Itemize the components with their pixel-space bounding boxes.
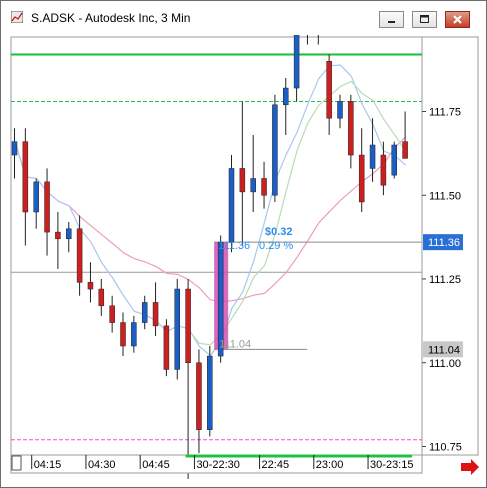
candle-body — [98, 288, 105, 307]
candle-body — [196, 362, 202, 430]
x-tick-label: 22:45 — [262, 459, 290, 471]
window-title: S.ADSK - Autodesk Inc, 3 Min — [31, 11, 191, 25]
y-tick-label: 111.75 — [429, 107, 461, 119]
candle-body — [141, 302, 148, 323]
candle-body — [185, 288, 191, 363]
candle-body — [22, 141, 29, 213]
change-amount-label: $0.32 — [265, 226, 293, 238]
candle-body — [239, 168, 246, 193]
candle-body — [380, 154, 387, 186]
minimize-icon — [388, 21, 395, 23]
to-price-label: 111.36 — [218, 240, 250, 252]
close-button[interactable] — [445, 11, 470, 28]
candle-body — [261, 178, 267, 196]
candle-body — [348, 101, 354, 156]
candle-body — [326, 61, 332, 119]
candle-body — [391, 144, 397, 176]
minimize-button[interactable] — [379, 11, 404, 28]
x-tick-label: 04:45 — [142, 459, 170, 471]
candle-body — [131, 322, 137, 347]
scroll-handle — [11, 455, 22, 471]
price-marker-label: 111.04 — [428, 344, 460, 356]
price-marker-label: 111.36 — [428, 237, 460, 249]
x-tick-label: 30-22:30 — [196, 459, 239, 471]
price-chart[interactable]: 110.75111.00111.25111.50111.75112.00$0.3… — [9, 0, 479, 487]
candle-body — [369, 144, 376, 169]
candle-body — [272, 104, 278, 196]
candle-body — [55, 231, 61, 240]
y-tick-label: 111.50 — [429, 190, 461, 202]
candle-body — [44, 181, 50, 233]
candle-body — [163, 325, 170, 370]
candle-body — [283, 87, 289, 106]
chart-area[interactable]: 110.75111.00111.25111.50111.75112.00$0.3… — [9, 0, 479, 487]
x-tick-label: 30-23:15 — [370, 459, 413, 471]
y-tick-label: 110.75 — [429, 442, 462, 454]
x-tick-label: 04:30 — [88, 459, 116, 471]
candle-body — [174, 288, 180, 370]
close-icon — [453, 15, 462, 24]
y-tick-label: 111.00 — [429, 358, 461, 370]
change-percent-label: 0.29 % — [259, 240, 293, 252]
x-tick-label: 23:00 — [316, 459, 344, 471]
candle-body — [250, 178, 256, 193]
candle-body — [120, 322, 126, 347]
x-tick-label: 04:15 — [34, 459, 62, 471]
scroll-right-arrow-icon[interactable] — [461, 459, 479, 475]
candle-body — [358, 154, 365, 203]
candle-body — [337, 101, 343, 119]
maximize-button[interactable] — [412, 11, 437, 28]
candle-body — [152, 302, 159, 327]
candle-body — [33, 181, 39, 213]
candle-body — [66, 228, 72, 240]
candle-body — [11, 141, 18, 156]
app-icon — [11, 11, 23, 23]
maximize-icon — [420, 15, 429, 23]
candle-body — [109, 305, 115, 323]
candle-body — [402, 141, 408, 159]
candle-body — [76, 228, 83, 283]
title-bar[interactable]: S.ADSK - Autodesk Inc, 3 Min — [1, 1, 486, 35]
from-price-label: 111.04 — [219, 338, 251, 350]
candle-body — [207, 355, 213, 430]
chart-window: S.ADSK - Autodesk Inc, 3 Min 110.75 111.0… — [0, 0, 487, 488]
candle-body — [87, 282, 94, 290]
candle-body — [228, 168, 235, 243]
candle-body — [293, 34, 300, 89]
y-tick-label: 111.25 — [429, 274, 461, 286]
